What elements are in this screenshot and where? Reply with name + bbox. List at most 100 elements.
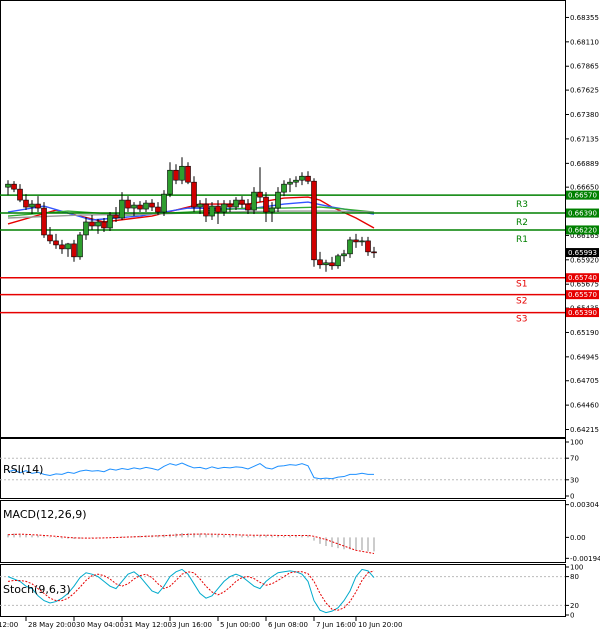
candle-up (269, 207, 275, 213)
price-tick-label: 0.67135 (570, 135, 599, 143)
level-price-label: 0.66390 (568, 210, 597, 218)
price-tick-label: 0.67625 (570, 87, 599, 95)
time-tick-label: 3 Jun 16:00 (172, 621, 212, 629)
time-tick-label: 28 May 20:00 (28, 621, 76, 629)
candle-down (155, 206, 161, 213)
candle-down (239, 199, 245, 205)
candle-up (143, 202, 149, 210)
candle-up (95, 221, 101, 227)
candle-up (221, 203, 227, 213)
indicator-tick-label: -0.001945 (570, 555, 600, 563)
candle-up (77, 234, 83, 258)
price-tick-label: 0.64945 (570, 353, 599, 361)
candle-up (197, 203, 203, 208)
candle-up (107, 214, 113, 229)
price-tick-label: 0.66889 (570, 160, 599, 168)
candle-down (23, 199, 29, 208)
current-price-label: 0.65993 (568, 249, 597, 257)
rsi-pane (0, 438, 566, 499)
price-tick-label: 0.66650 (570, 184, 599, 192)
time-tick-label: 30 May 04:00 (76, 621, 124, 629)
candle-down (329, 262, 335, 267)
candle-down (227, 203, 233, 208)
candle-up (131, 204, 137, 209)
stoch-label: Stoch(9,6,3) (3, 583, 71, 596)
candle-up (275, 191, 281, 209)
level-price-label: 0.65570 (568, 291, 597, 299)
level-name-label: R1 (516, 235, 528, 245)
candle-up (251, 191, 257, 211)
candle-down (35, 203, 41, 209)
main-pane (0, 0, 566, 438)
candle-down (305, 175, 311, 182)
indicator-tick-label: 100 (570, 439, 583, 447)
indicator-tick-label: 0.00304 (570, 501, 599, 509)
candle-up (29, 203, 35, 208)
indicator-tick-label: 0 (570, 612, 574, 620)
indicator-tick-label: 0.00 (570, 534, 586, 542)
candle-down (353, 239, 359, 243)
candle-up (167, 169, 173, 195)
candle-up (335, 255, 341, 267)
candle-down (245, 203, 251, 211)
candle-down (149, 202, 155, 208)
candle-down (365, 240, 371, 253)
candle-down (263, 196, 269, 213)
time-tick-label: 7 Jun 16:00 (316, 621, 356, 629)
time-tick-label: 5 Jun 00:00 (220, 621, 260, 629)
candle-down (41, 207, 47, 236)
level-price-label: 0.66570 (568, 192, 597, 200)
indicator-tick-label: 80 (570, 573, 579, 581)
candle-up (359, 240, 365, 243)
candle-down (47, 234, 53, 242)
candle-down (53, 240, 59, 246)
candle-up (287, 181, 293, 185)
candle-up (65, 243, 71, 250)
time-tick-label: 12:00 (0, 621, 18, 629)
candle-down (17, 188, 23, 201)
candle-up (341, 253, 347, 257)
candle-up (323, 262, 329, 266)
level-price-label: 0.65390 (568, 309, 597, 317)
candle-up (161, 193, 167, 213)
indicator-tick-label: 0 (570, 493, 574, 501)
level-name-label: S2 (516, 297, 527, 307)
level-name-label: R3 (516, 200, 528, 210)
price-tick-label: 0.64705 (570, 377, 599, 385)
time-tick-label: 6 Jun 08:00 (268, 621, 308, 629)
candle-up (281, 183, 287, 193)
candle-down (203, 203, 209, 217)
level-price-label: 0.66220 (568, 226, 597, 234)
rsi-label: RSI(14) (3, 463, 43, 476)
candle-down (173, 169, 179, 181)
indicator-tick-label: 100 (570, 564, 583, 572)
price-tick-label: 0.65190 (570, 329, 599, 337)
candle-up (209, 205, 215, 217)
indicator-tick-label: 30 (570, 476, 579, 484)
candle-down (59, 244, 65, 250)
candle-down (113, 214, 119, 219)
candle-up (5, 183, 11, 188)
candle-down (137, 204, 143, 210)
level-price-label: 0.65740 (568, 274, 597, 282)
time-axis: 12:00 28 May 20:00 30 May 04:00 31 May 12:0… (0, 617, 402, 629)
time-tick-label: 10 Jun 20:00 (358, 621, 402, 629)
level-name-label: S3 (516, 315, 527, 325)
price-tick-label: 0.64215 (570, 426, 599, 434)
candle-up (293, 179, 299, 183)
candle-up (119, 199, 125, 219)
price-tick-label: 0.65920 (570, 256, 599, 264)
time-tick-label: 31 May 12:00 (124, 621, 172, 629)
candle-down (125, 199, 131, 209)
price-tick-label: 0.64460 (570, 402, 599, 410)
candle-up (179, 165, 185, 181)
candle-down (317, 259, 323, 266)
indicator-tick-label: 70 (570, 455, 579, 463)
candle-down (311, 180, 317, 261)
indicator-tick-label: 20 (570, 602, 579, 610)
chart-canvas: R3 R2 R1 S1 S2 S3 0.68355 0.68110 0.67865 0.6762… (0, 0, 600, 629)
price-tick-label: 0.68110 (570, 38, 599, 46)
price-tick-label: 0.67380 (570, 111, 599, 119)
candle-down (185, 165, 191, 183)
level-name-label: R2 (516, 218, 528, 228)
